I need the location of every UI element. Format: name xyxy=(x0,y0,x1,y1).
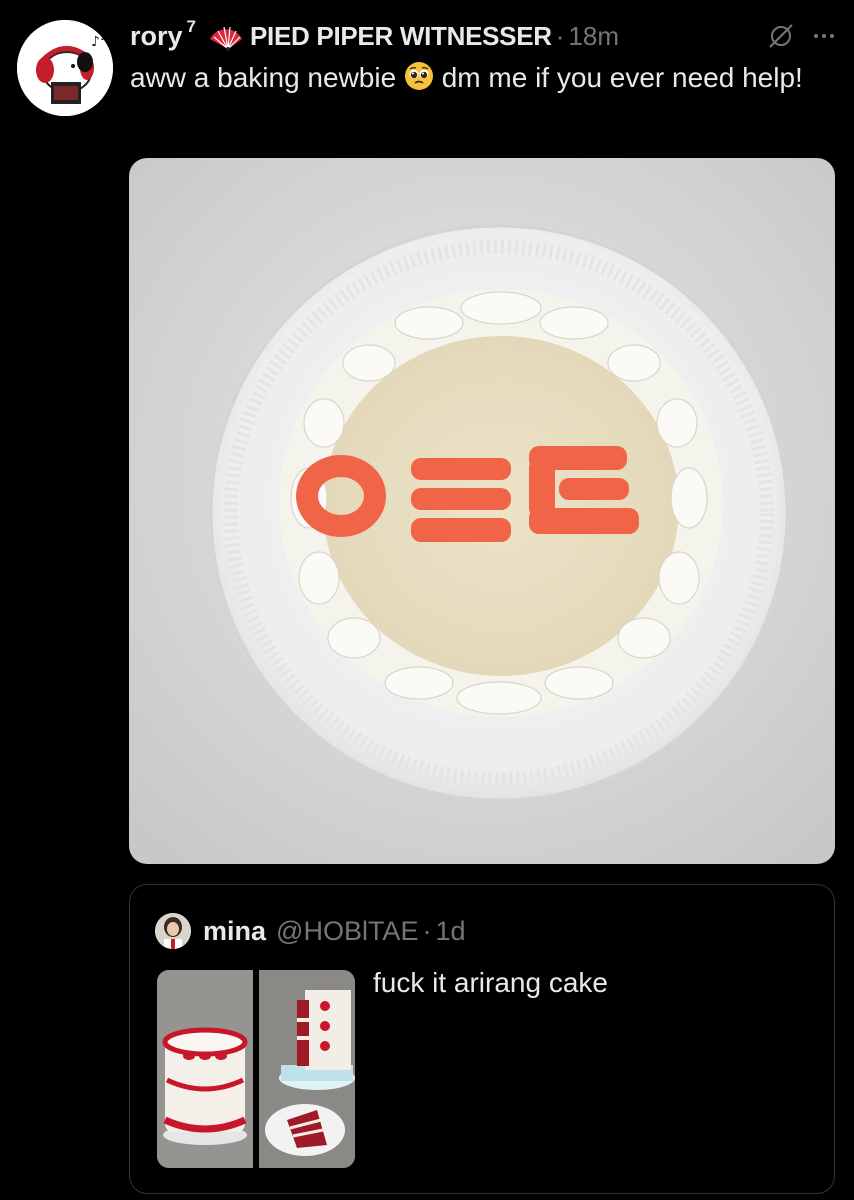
folding-fan-icon xyxy=(210,26,242,51)
author-name[interactable]: rory xyxy=(130,21,183,52)
quoted-tweet-header: mina @HOBlTAE · 1d xyxy=(155,913,466,949)
svg-text:♫: ♫ xyxy=(99,29,110,43)
tweet-photo[interactable] xyxy=(129,158,835,864)
author-avatar[interactable]: ♪ ♫ xyxy=(17,20,113,116)
quoted-author-avatar[interactable] xyxy=(155,913,191,949)
tweet-text-part2: dm me if you ever need help! xyxy=(441,62,803,93)
red-velvet-cake-photo xyxy=(157,970,355,1168)
cake-photo xyxy=(129,158,835,864)
separator-dot: · xyxy=(422,915,432,946)
tweet-text-part1: aww a baking newbie xyxy=(130,62,404,93)
tweet-header: rory 7 PIED PIPER WITNESSER · 18m xyxy=(130,16,840,56)
quoted-tweet-timestamp: 1d xyxy=(435,915,466,946)
quoted-tweet[interactable]: mina @HOBlTAE · 1d fuck it arirang cake xyxy=(129,884,835,1194)
separator-dot: · xyxy=(555,20,565,51)
pleading-face-emoji xyxy=(404,62,433,90)
slashed-circle-icon[interactable] xyxy=(766,21,796,51)
tweet-timestamp[interactable]: 18m xyxy=(568,21,619,52)
more-dots-icon[interactable] xyxy=(808,21,840,51)
author-label: PIED PIPER WITNESSER xyxy=(250,20,552,51)
quoted-tweet-text: fuck it arirang cake xyxy=(373,967,608,998)
quoted-tweet-photo[interactable] xyxy=(157,970,355,1168)
snoopy-avatar-image: ♪ ♫ xyxy=(17,20,113,116)
author-superscript: 7 xyxy=(186,17,196,36)
quoted-author-handle[interactable]: @HOBlTAE xyxy=(276,916,418,947)
person-avatar-image xyxy=(155,913,191,949)
quoted-author-name[interactable]: mina xyxy=(203,916,266,947)
tweet-text: aww a baking newbie dm me if you ever ne… xyxy=(130,60,840,96)
